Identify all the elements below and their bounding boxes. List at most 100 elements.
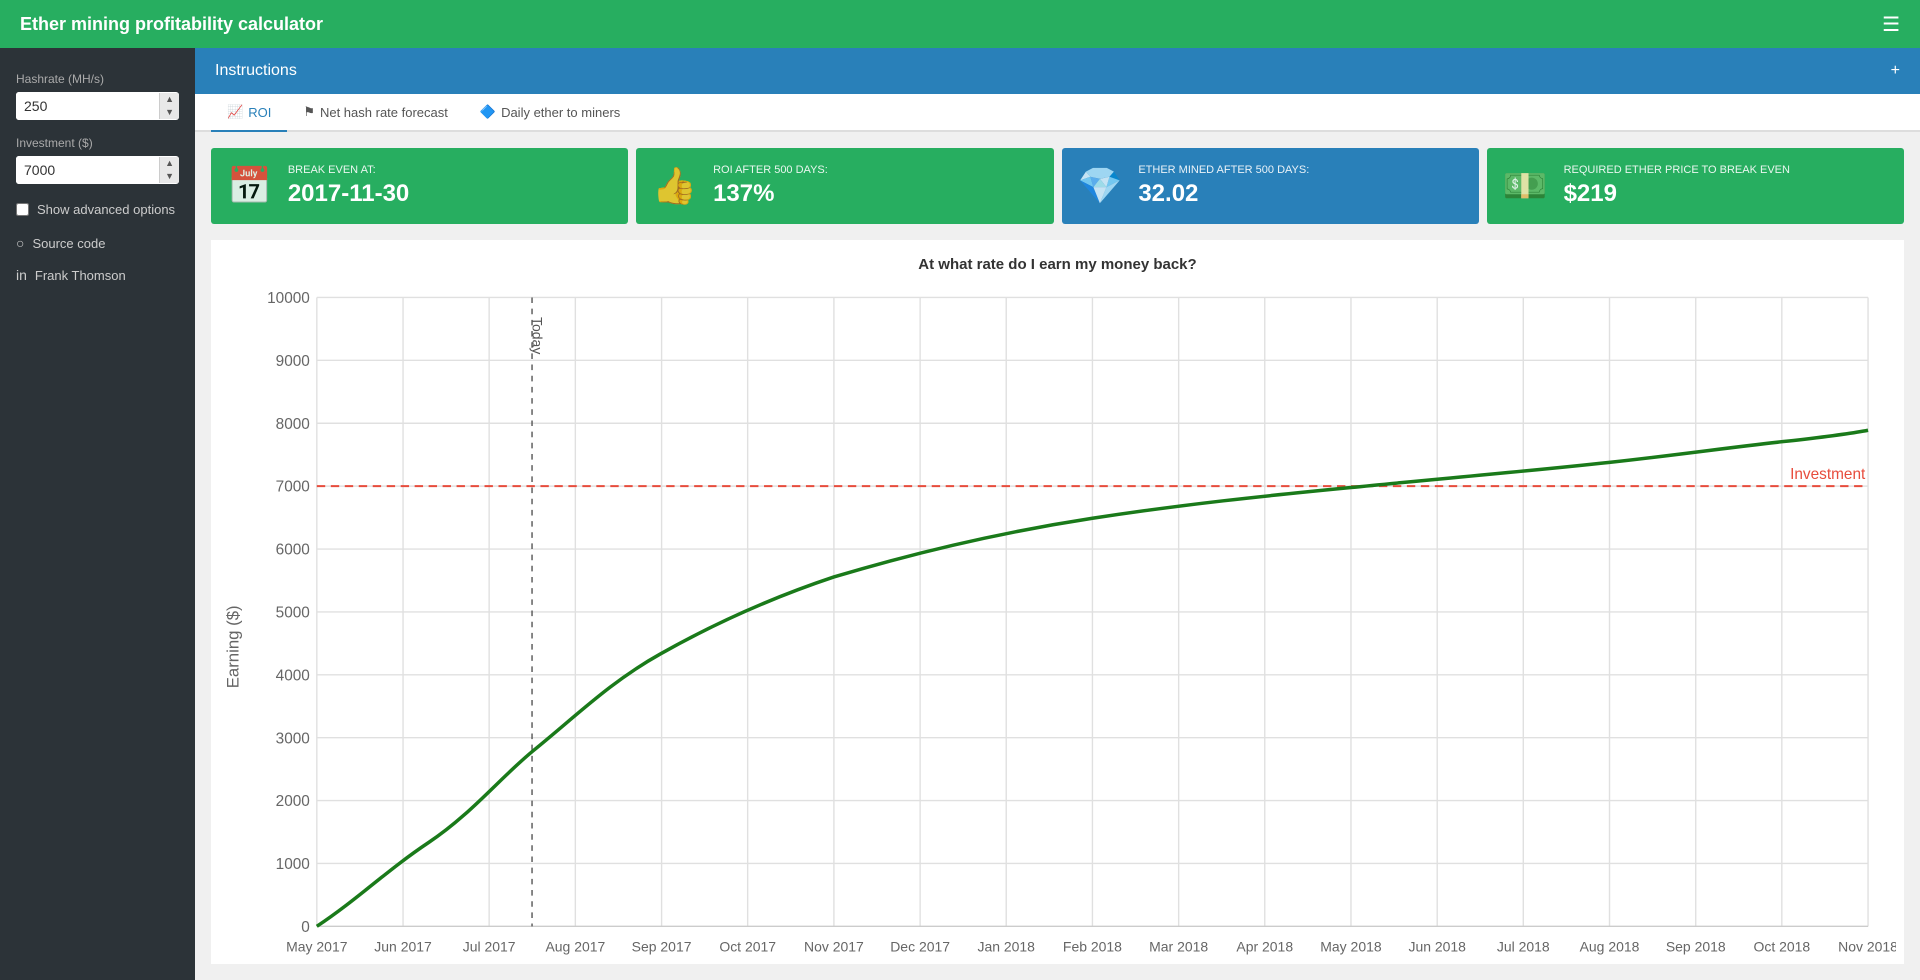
investment-input-wrap: ▲ ▼	[16, 156, 179, 184]
daily-ether-icon: 🔷	[480, 104, 496, 120]
investment-section: Investment ($) ▲ ▼	[0, 128, 195, 192]
money-icon: 💵	[1503, 165, 1548, 207]
svg-text:May 2018: May 2018	[1320, 938, 1382, 954]
stat-break-even: 📅 BREAK EVEN AT: 2017-11-30	[211, 148, 628, 224]
svg-text:Dec 2017: Dec 2017	[890, 938, 950, 954]
stat-ether-value: 32.02	[1138, 180, 1309, 208]
show-advanced-label: Show advanced options	[37, 202, 175, 217]
sidebar: Hashrate (MH/s) ▲ ▼ Investment ($) ▲ ▼	[0, 48, 195, 980]
svg-text:1000: 1000	[276, 856, 310, 873]
circle-icon: ○	[16, 235, 24, 251]
hashrate-up-button[interactable]: ▲	[160, 93, 179, 106]
investment-line-label: Investment	[1790, 466, 1866, 483]
svg-text:Nov 2018: Nov 2018	[1838, 938, 1896, 954]
stat-price-value: $219	[1564, 180, 1790, 208]
investment-down-button[interactable]: ▼	[160, 170, 179, 183]
stat-roi-days: 👍 ROI AFTER 500 DAYS: 137%	[636, 148, 1053, 224]
instructions-plus-icon[interactable]: +	[1891, 62, 1900, 80]
today-label: Today	[530, 317, 546, 354]
stat-roi-label: ROI AFTER 500 DAYS:	[713, 164, 828, 176]
tab-daily-ether[interactable]: 🔷 Daily ether to miners	[464, 94, 636, 132]
instructions-bar: Instructions +	[195, 48, 1920, 94]
diamond-icon: 💎	[1078, 165, 1123, 207]
svg-text:8000: 8000	[276, 416, 310, 433]
svg-text:3000: 3000	[276, 730, 310, 747]
investment-label: Investment ($)	[16, 136, 179, 150]
svg-text:Aug 2017: Aug 2017	[545, 938, 605, 954]
hashrate-down-button[interactable]: ▼	[160, 106, 179, 119]
tab-net-hash-label: Net hash rate forecast	[320, 105, 448, 120]
chart-title: At what rate do I earn my money back?	[918, 256, 1196, 273]
hashrate-input-wrap: ▲ ▼	[16, 92, 179, 120]
main-content: Instructions + 📈 ROI ⚑ Net hash rate for…	[195, 48, 1920, 980]
svg-text:May 2017: May 2017	[286, 938, 348, 954]
y-axis-ticks: 0 1000 2000 3000 4000 5000 6000 7000 800…	[267, 290, 310, 936]
tab-roi-label: ROI	[248, 105, 271, 120]
chart-container: At what rate do I earn my money back? Ea…	[211, 240, 1904, 964]
hashrate-section: Hashrate (MH/s) ▲ ▼	[0, 64, 195, 128]
stat-ether-content: ETHER MINED AFTER 500 DAYS: 32.02	[1138, 164, 1309, 208]
linkedin-icon: in	[16, 267, 27, 283]
top-navigation: Ether mining profitability calculator ☰	[0, 0, 1920, 48]
svg-text:Mar 2018: Mar 2018	[1149, 938, 1208, 954]
stat-ether-label: ETHER MINED AFTER 500 DAYS:	[1138, 164, 1309, 176]
tab-roi[interactable]: 📈 ROI	[211, 94, 287, 132]
investment-spinner: ▲ ▼	[159, 157, 179, 183]
svg-text:9000: 9000	[276, 353, 310, 370]
author-link[interactable]: in Frank Thomson	[0, 259, 195, 291]
svg-text:0: 0	[301, 919, 310, 936]
stats-row: 📅 BREAK EVEN AT: 2017-11-30 👍 ROI AFTER …	[195, 132, 1920, 240]
net-hash-icon: ⚑	[303, 104, 315, 120]
main-chart-svg: Earning ($)	[219, 281, 1896, 964]
svg-text:5000: 5000	[276, 604, 310, 621]
svg-text:Sep 2018: Sep 2018	[1666, 938, 1726, 954]
svg-text:Sep 2017: Sep 2017	[632, 938, 692, 954]
svg-text:Jun 2018: Jun 2018	[1408, 938, 1466, 954]
show-advanced-checkbox[interactable]	[16, 203, 29, 216]
tabs-bar: 📈 ROI ⚑ Net hash rate forecast 🔷 Daily e…	[195, 94, 1920, 132]
tab-net-hash[interactable]: ⚑ Net hash rate forecast	[287, 94, 464, 132]
stat-break-even-value: 2017-11-30	[288, 180, 409, 208]
svg-text:7000: 7000	[276, 479, 310, 496]
hashrate-input[interactable]	[16, 92, 159, 120]
svg-text:Jul 2018: Jul 2018	[1497, 938, 1550, 954]
svg-text:Feb 2018: Feb 2018	[1063, 938, 1122, 954]
instructions-title: Instructions	[215, 62, 297, 80]
stat-required-price: 💵 REQUIRED ETHER PRICE TO BREAK EVEN $21…	[1487, 148, 1904, 224]
svg-text:Apr 2018: Apr 2018	[1236, 938, 1293, 954]
thumbsup-icon: 👍	[652, 165, 697, 207]
svg-text:Oct 2017: Oct 2017	[719, 938, 776, 954]
stat-price-content: REQUIRED ETHER PRICE TO BREAK EVEN $219	[1564, 164, 1790, 208]
svg-text:10000: 10000	[267, 290, 310, 307]
stat-break-even-content: BREAK EVEN AT: 2017-11-30	[288, 164, 409, 208]
svg-text:2000: 2000	[276, 793, 310, 810]
app-title: Ether mining profitability calculator	[20, 14, 1882, 35]
hashrate-label: Hashrate (MH/s)	[16, 72, 179, 86]
svg-text:Aug 2018: Aug 2018	[1580, 938, 1640, 954]
stat-roi-value: 137%	[713, 180, 828, 208]
svg-text:Oct 2018: Oct 2018	[1753, 938, 1810, 954]
stat-break-even-label: BREAK EVEN AT:	[288, 164, 409, 176]
hashrate-spinner: ▲ ▼	[159, 93, 179, 119]
show-advanced-row[interactable]: Show advanced options	[0, 192, 195, 227]
svg-text:Jun 2017: Jun 2017	[374, 938, 432, 954]
roi-icon: 📈	[227, 104, 243, 120]
stat-ether-mined: 💎 ETHER MINED AFTER 500 DAYS: 32.02	[1062, 148, 1479, 224]
investment-up-button[interactable]: ▲	[160, 157, 179, 170]
svg-text:6000: 6000	[276, 542, 310, 559]
stat-roi-content: ROI AFTER 500 DAYS: 137%	[713, 164, 828, 208]
menu-icon[interactable]: ☰	[1882, 12, 1900, 37]
author-label: Frank Thomson	[35, 268, 126, 283]
y-axis-label: Earning ($)	[224, 605, 243, 688]
svg-text:Nov 2017: Nov 2017	[804, 938, 864, 954]
stat-price-label: REQUIRED ETHER PRICE TO BREAK EVEN	[1564, 164, 1790, 176]
svg-text:4000: 4000	[276, 667, 310, 684]
x-axis-ticks: May 2017 Jun 2017 Jul 2017 Aug 2017 Sep …	[286, 938, 1896, 954]
svg-text:Jan 2018: Jan 2018	[977, 938, 1035, 954]
tab-daily-ether-label: Daily ether to miners	[501, 105, 620, 120]
calendar-icon: 📅	[227, 165, 272, 207]
source-code-label: Source code	[32, 236, 105, 251]
chart-svg-wrap: Earning ($)	[219, 281, 1896, 964]
source-code-link[interactable]: ○ Source code	[0, 227, 195, 259]
investment-input[interactable]	[16, 156, 159, 184]
